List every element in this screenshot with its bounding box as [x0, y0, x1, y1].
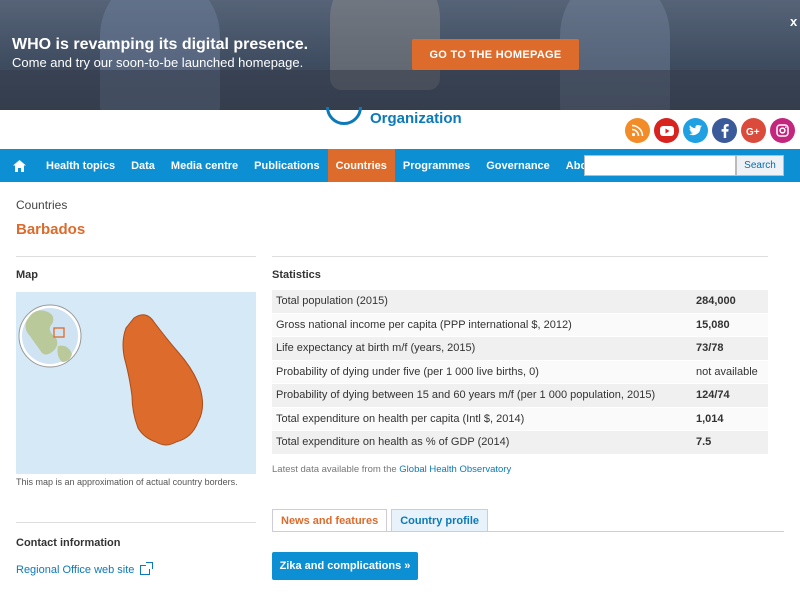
- rss-icon[interactable]: [625, 118, 650, 143]
- promo-banner: WHO is revamping its digital presence. C…: [0, 0, 800, 110]
- statistics-table: Total population (2015) 284,000 Gross na…: [272, 290, 768, 455]
- stat-label: Gross national income per capita (PPP in…: [276, 318, 572, 331]
- stat-value: 7.5: [696, 436, 712, 449]
- nav-health-topics[interactable]: Health topics: [38, 149, 123, 182]
- stat-value: 73/78: [696, 342, 724, 355]
- divider: [16, 256, 256, 257]
- globe-inset: [18, 304, 82, 368]
- stat-value: 15,080: [696, 318, 730, 331]
- home-icon[interactable]: [0, 149, 38, 182]
- table-row: Gross national income per capita (PPP in…: [272, 313, 768, 337]
- stat-label: Probability of dying between 15 and 60 y…: [276, 389, 656, 402]
- tabs-divider: [272, 531, 784, 532]
- map-heading: Map: [16, 269, 38, 281]
- nav-programmes[interactable]: Programmes: [395, 149, 478, 182]
- table-row: Total expenditure on health as % of GDP …: [272, 431, 768, 455]
- stat-label: Total population (2015): [276, 295, 388, 308]
- stats-note-text: Latest data available from the: [272, 464, 400, 475]
- banner-title: WHO is revamping its digital presence.: [12, 36, 309, 53]
- external-link-icon: [140, 562, 154, 575]
- stat-label: Life expectancy at birth m/f (years, 201…: [276, 342, 476, 355]
- stat-value: 124/74: [696, 389, 730, 402]
- contact-heading: Contact information: [16, 537, 121, 549]
- stat-value: 284,000: [696, 295, 736, 308]
- breadcrumb[interactable]: Countries: [16, 198, 67, 212]
- close-banner-button[interactable]: x: [790, 14, 800, 29]
- facebook-icon[interactable]: [712, 118, 737, 143]
- svg-text:G+: G+: [746, 127, 760, 136]
- divider: [16, 522, 256, 523]
- instagram-icon[interactable]: [770, 118, 795, 143]
- go-to-homepage-button[interactable]: GO TO THE HOMEPAGE: [412, 39, 579, 70]
- table-row: Probability of dying under five (per 1 0…: [272, 360, 768, 384]
- googleplus-icon[interactable]: G+: [741, 118, 766, 143]
- table-row: Life expectancy at birth m/f (years, 201…: [272, 337, 768, 361]
- content-tabs: News and features Country profile: [272, 509, 492, 532]
- stats-source-note: Latest data available from the Global He…: [272, 464, 511, 475]
- barbados-shape: [122, 314, 204, 446]
- stat-value: 1,014: [696, 412, 724, 425]
- twitter-icon[interactable]: [683, 118, 708, 143]
- youtube-icon[interactable]: [654, 118, 679, 143]
- country-map: [16, 292, 256, 474]
- logo-text: Organization: [370, 109, 462, 127]
- statistics-heading: Statistics: [272, 269, 321, 281]
- social-links: G+: [625, 118, 795, 143]
- page-title: Barbados: [16, 221, 86, 238]
- banner-subtitle: Come and try our soon-to-be launched hom…: [12, 55, 304, 70]
- regional-office-label: Regional Office web site: [16, 564, 135, 576]
- global-health-observatory-link[interactable]: Global Health Observatory: [399, 464, 511, 475]
- nav-governance[interactable]: Governance: [478, 149, 558, 182]
- nav-countries[interactable]: Countries: [327, 149, 395, 182]
- regional-office-link[interactable]: Regional Office web site: [16, 562, 154, 576]
- table-row: Probability of dying between 15 and 60 y…: [272, 384, 768, 408]
- stat-value: not available: [696, 365, 758, 378]
- who-logo[interactable]: Organization: [322, 106, 462, 130]
- stat-label: Probability of dying under five (per 1 0…: [276, 365, 539, 378]
- stat-label: Total expenditure on health per capita (…: [276, 412, 525, 425]
- main-nav: Health topics Data Media centre Publicat…: [0, 149, 800, 182]
- tab-news-and-features[interactable]: News and features: [272, 509, 388, 532]
- zika-complications-button[interactable]: Zika and complications »: [272, 552, 418, 580]
- map-caption: This map is an approximation of actual c…: [16, 477, 238, 487]
- search-button[interactable]: Search: [736, 155, 784, 176]
- tab-country-profile[interactable]: Country profile: [391, 509, 489, 532]
- nav-publications[interactable]: Publications: [246, 149, 327, 182]
- stat-label: Total expenditure on health as % of GDP …: [276, 436, 510, 449]
- table-row: Total expenditure on health per capita (…: [272, 407, 768, 431]
- nav-media-centre[interactable]: Media centre: [163, 149, 246, 182]
- search-input[interactable]: [584, 155, 736, 176]
- un-emblem-icon: [322, 107, 366, 129]
- nav-data[interactable]: Data: [123, 149, 163, 182]
- divider: [272, 256, 768, 257]
- search-form: Search: [584, 155, 784, 176]
- table-row: Total population (2015) 284,000: [272, 290, 768, 314]
